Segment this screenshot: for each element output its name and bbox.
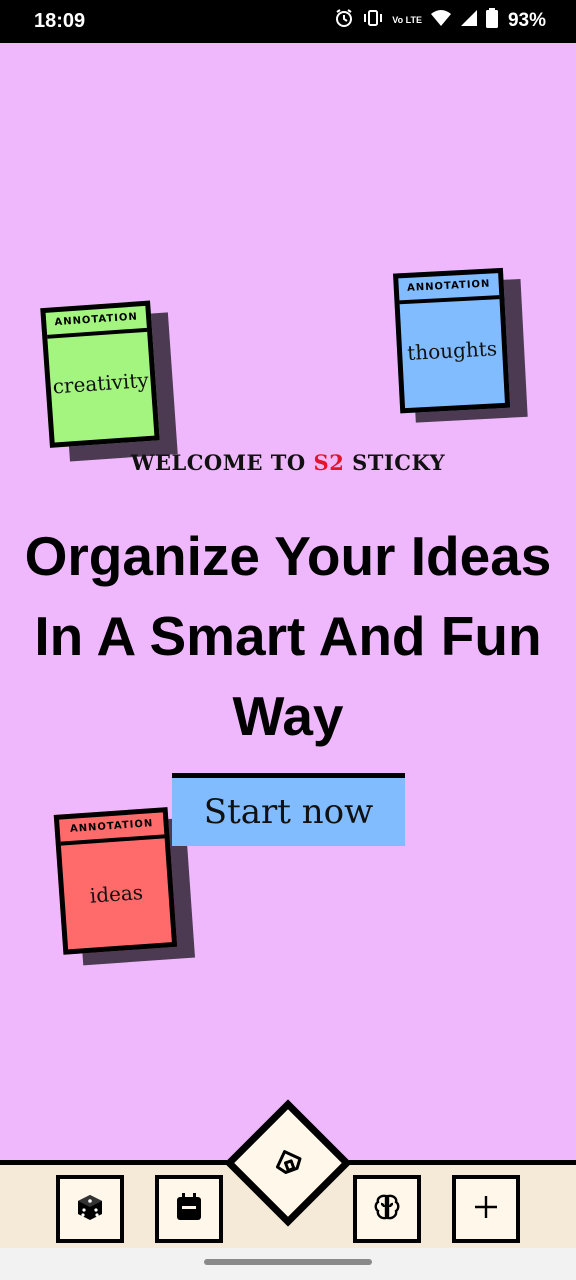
nav-calendar-button[interactable] bbox=[155, 1175, 223, 1243]
note-word: creativity bbox=[51, 367, 150, 399]
home-icon bbox=[268, 1141, 308, 1185]
alarm-icon bbox=[334, 8, 354, 33]
start-now-button[interactable]: Start now bbox=[172, 773, 405, 846]
welcome-heading: WELCOME TO S2 STICKY bbox=[0, 450, 576, 475]
vibrate-icon bbox=[362, 8, 384, 33]
note-tag: ANNOTATION bbox=[398, 273, 500, 305]
wifi-icon bbox=[430, 9, 452, 32]
status-bar: 18:09 Vo LTE 93% bbox=[0, 0, 576, 43]
battery-icon bbox=[485, 8, 498, 33]
signal-icon bbox=[460, 9, 478, 32]
brand-name: S2 bbox=[313, 450, 345, 475]
welcome-prefix: WELCOME TO bbox=[130, 450, 314, 475]
note-word: ideas bbox=[88, 880, 144, 908]
note-tag: ANNOTATION bbox=[59, 812, 165, 846]
sticky-note-thoughts: ANNOTATION thoughts bbox=[390, 264, 538, 431]
note-paper: ANNOTATION creativity bbox=[40, 300, 160, 448]
dice-icon bbox=[75, 1192, 105, 1226]
status-time: 18:09 bbox=[34, 10, 86, 32]
gesture-pill[interactable] bbox=[204, 1259, 372, 1265]
note-word: thoughts bbox=[406, 336, 498, 365]
battery-percent: 93% bbox=[507, 9, 546, 31]
page-title: Organize Your Ideas In A Smart And Fun W… bbox=[24, 525, 552, 747]
status-icons: Vo LTE 93% bbox=[334, 8, 546, 33]
nav-brain-button[interactable] bbox=[353, 1175, 421, 1243]
welcome-suffix: STICKY bbox=[344, 450, 446, 475]
calendar-icon bbox=[175, 1192, 203, 1226]
note-paper: ANNOTATION thoughts bbox=[393, 267, 511, 414]
volte-icon: Vo LTE bbox=[392, 15, 422, 25]
nav-add-button[interactable] bbox=[452, 1175, 520, 1243]
nav-dice-button[interactable] bbox=[56, 1175, 124, 1243]
brain-icon bbox=[372, 1192, 402, 1226]
note-tag: ANNOTATION bbox=[45, 305, 148, 339]
plus-icon bbox=[472, 1193, 500, 1225]
note-paper: ANNOTATION ideas bbox=[53, 807, 178, 955]
gesture-bar bbox=[0, 1248, 576, 1280]
